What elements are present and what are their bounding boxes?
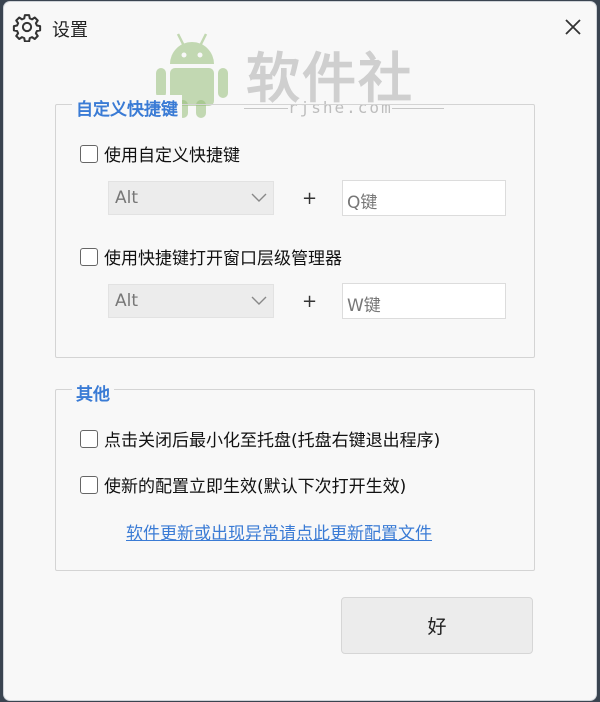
checkbox-box[interactable] (80, 475, 98, 494)
checkbox-box[interactable] (80, 247, 98, 266)
modifier-select-2[interactable]: Alt (108, 284, 274, 318)
checkbox-box[interactable] (80, 144, 98, 163)
minimize-to-tray-checkbox[interactable]: 点击关闭后最小化至托盘(托盘右键退出程序) (80, 426, 440, 451)
modifier-select-1[interactable]: Alt (108, 181, 274, 215)
window-manager-shortcut-label: 使用快捷键打开窗口层级管理器 (104, 249, 342, 269)
chevron-down-icon (251, 296, 267, 305)
ok-button[interactable]: 好 (341, 597, 533, 654)
custom-shortcut-label: 使用自定义快捷键 (104, 146, 240, 166)
window-title: 设置 (52, 20, 88, 41)
key-value-2: W键 (347, 296, 381, 316)
update-config-link[interactable]: 软件更新或出现异常请点此更新配置文件 (126, 519, 432, 544)
gear-icon (12, 14, 42, 42)
chevron-down-icon (251, 193, 267, 202)
key-input-1[interactable]: Q键 (342, 180, 506, 216)
settings-dialog: 设置 软件社 rjshe.com 自定义快捷键 使用自定义快捷键 Alt + Q… (4, 2, 596, 700)
other-group-legend: 其他 (72, 380, 114, 405)
close-icon[interactable] (560, 14, 586, 40)
plus-sign-1: + (302, 188, 318, 209)
custom-shortcut-checkbox[interactable]: 使用自定义快捷键 (80, 141, 240, 166)
plus-sign-2: + (302, 291, 318, 312)
modifier-value-2: Alt (115, 291, 139, 311)
title-bar: 设置 (4, 2, 596, 52)
minimize-to-tray-label: 点击关闭后最小化至托盘(托盘右键退出程序) (104, 431, 441, 451)
apply-immediately-checkbox[interactable]: 使新的配置立即生效(默认下次打开生效) (80, 472, 406, 497)
apply-immediately-label: 使新的配置立即生效(默认下次打开生效) (104, 477, 407, 497)
key-input-2[interactable]: W键 (342, 283, 506, 319)
shortcut-group-legend: 自定义快捷键 (72, 95, 182, 120)
key-value-1: Q键 (347, 193, 378, 213)
modifier-value-1: Alt (115, 188, 139, 208)
window-manager-shortcut-checkbox[interactable]: 使用快捷键打开窗口层级管理器 (80, 244, 342, 269)
checkbox-box[interactable] (80, 429, 98, 448)
